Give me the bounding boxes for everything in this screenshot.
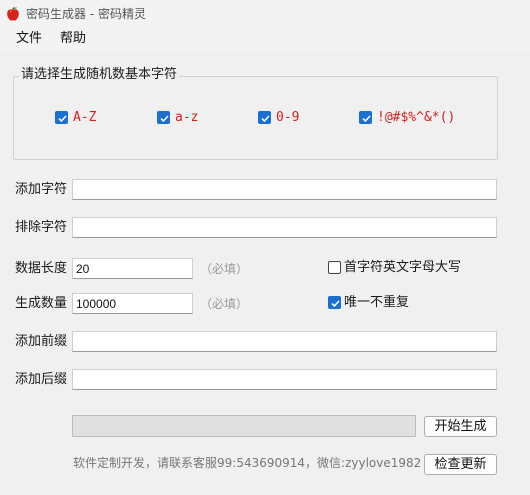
unique-label: 唯一不重复 xyxy=(344,295,410,310)
count-label: 生成数量 xyxy=(15,296,68,311)
charset-label-digits: 0-9 xyxy=(276,110,300,125)
checkbox-lowercase[interactable] xyxy=(157,111,170,124)
prefix-label: 添加前缀 xyxy=(15,334,68,349)
charset-label-lowercase: a-z xyxy=(175,110,199,125)
remove-chars-label: 排除字符 xyxy=(15,220,68,235)
add-chars-label: 添加字符 xyxy=(15,182,68,197)
menu-file[interactable]: 文件 xyxy=(16,30,42,48)
menu-help[interactable]: 帮助 xyxy=(60,30,86,48)
check-icon xyxy=(362,115,371,123)
progress-bar xyxy=(72,415,416,437)
count-required-hint: （必填） xyxy=(200,297,249,311)
contact-info-text: 软件定制开发，请联系客服99:543690914，微信:zyylove1982 xyxy=(73,456,422,470)
suffix-input[interactable] xyxy=(72,369,497,390)
charset-label-symbols: !@#$%^&*() xyxy=(377,110,456,125)
count-input[interactable] xyxy=(72,293,193,314)
checkbox-uppercase[interactable] xyxy=(55,111,68,124)
checkbox-digits[interactable] xyxy=(258,111,271,124)
prefix-input[interactable] xyxy=(72,331,497,352)
apple-icon xyxy=(5,6,21,22)
generate-button[interactable]: 开始生成 xyxy=(424,416,497,437)
checkbox-capitalize-first[interactable] xyxy=(328,261,341,274)
check-update-button[interactable]: 检查更新 xyxy=(424,454,497,475)
check-icon xyxy=(160,115,169,123)
capitalize-first-label: 首字符英文字母大写 xyxy=(344,260,462,275)
charset-group-legend: 请选择生成随机数基本字符 xyxy=(19,67,180,83)
charset-label-uppercase: A-Z xyxy=(73,110,97,125)
check-icon xyxy=(331,300,340,308)
checkbox-unique[interactable] xyxy=(328,296,341,309)
length-required-hint: （必填） xyxy=(200,262,249,276)
window-title: 密码生成器 - 密码精灵 xyxy=(26,7,146,21)
suffix-label: 添加后缀 xyxy=(15,372,68,387)
checkbox-symbols[interactable] xyxy=(359,111,372,124)
add-chars-input[interactable] xyxy=(72,179,497,200)
check-icon xyxy=(261,115,270,123)
remove-chars-input[interactable] xyxy=(72,217,497,238)
length-input[interactable] xyxy=(72,258,193,279)
check-icon xyxy=(58,115,67,123)
length-label: 数据长度 xyxy=(15,261,68,276)
